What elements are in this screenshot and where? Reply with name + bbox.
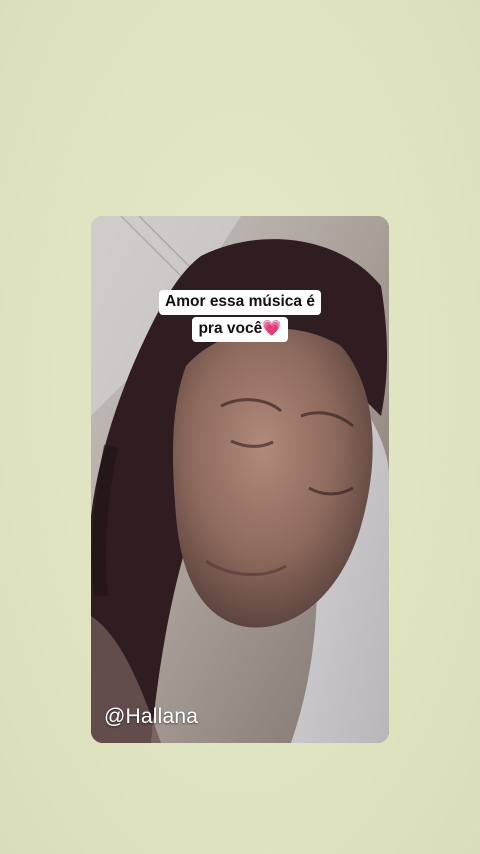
caption-line-1: Amor essa música é (159, 290, 321, 315)
username-watermark: @Hallana (104, 705, 199, 728)
pink-heart-icon: 💗 (262, 320, 282, 337)
caption-line-2: pra você💗 (192, 317, 288, 342)
caption-line-2-text: pra você (198, 320, 263, 337)
story-caption: Amor essa música é pra você💗 (91, 290, 389, 342)
video-story-card[interactable]: Amor essa música é pra você💗 @Hallana (91, 216, 389, 743)
